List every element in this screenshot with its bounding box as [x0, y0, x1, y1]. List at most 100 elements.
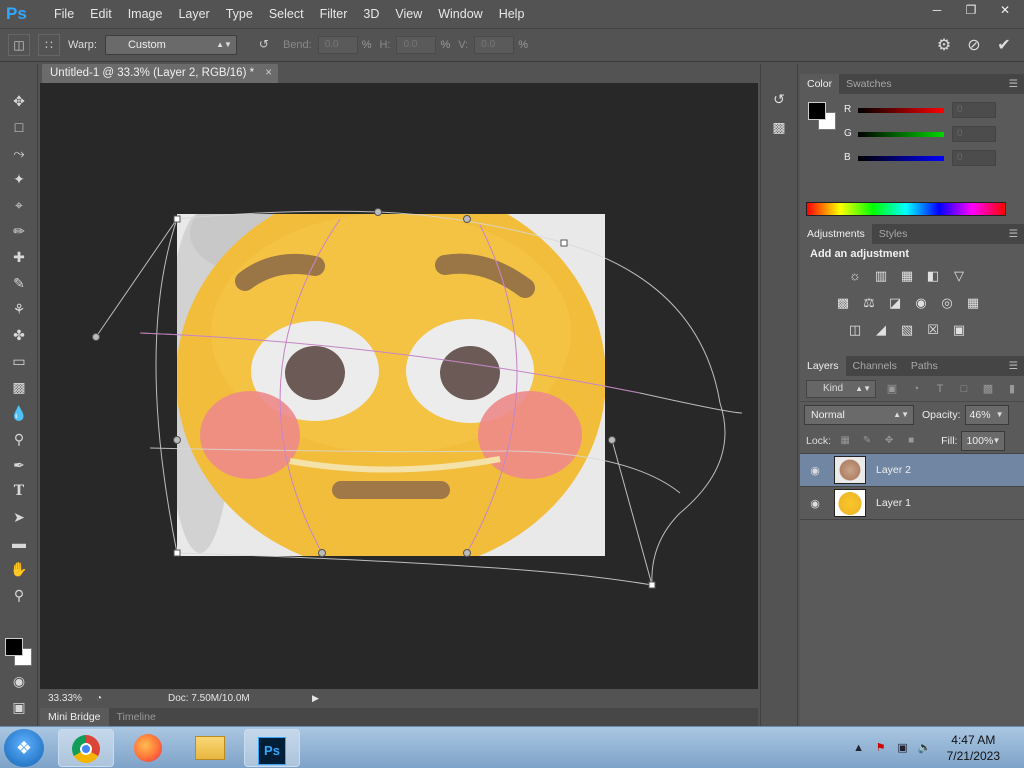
exposure-icon[interactable]: ◧	[922, 266, 944, 286]
quick-mask-icon[interactable]: ◉	[0, 668, 38, 694]
close-document-icon[interactable]: ×	[265, 64, 272, 83]
blue-value-field[interactable]: 0	[952, 150, 996, 166]
photoshop-icon[interactable]: Ps	[244, 729, 300, 767]
filter-toggle-icon[interactable]: ▮	[1004, 381, 1020, 397]
invert-icon[interactable]: ◫	[844, 320, 866, 340]
pixel-filter-icon[interactable]: ▣	[884, 381, 900, 397]
panel-menu-icon[interactable]: ☰	[1009, 74, 1018, 94]
lock-position-icon[interactable]: ✥	[881, 433, 897, 449]
firefox-icon[interactable]	[120, 729, 176, 767]
quick-select-tool-icon[interactable]: ✦	[0, 166, 38, 192]
brightness-icon[interactable]: ☼	[844, 266, 866, 286]
3d-panel-icon[interactable]: ▩	[767, 116, 791, 138]
menu-layer[interactable]: Layer	[170, 0, 217, 28]
threshold-icon[interactable]: ▧	[896, 320, 918, 340]
brush-tool-icon[interactable]: ✎	[0, 270, 38, 296]
canvas-area[interactable]	[40, 83, 758, 689]
lock-transparent-icon[interactable]: ▦	[837, 433, 853, 449]
menu-image[interactable]: Image	[120, 0, 171, 28]
reference-point-grid-icon[interactable]: ∷	[38, 34, 60, 56]
eyedropper-tool-icon[interactable]: ✏	[0, 218, 38, 244]
menu-type[interactable]: Type	[218, 0, 261, 28]
red-slider[interactable]	[858, 108, 944, 113]
tab-color[interactable]: Color	[800, 74, 840, 94]
shape-tool-icon[interactable]: ▬	[0, 530, 38, 556]
crop-tool-icon[interactable]: ⌖	[0, 192, 38, 218]
tab-swatches[interactable]: Swatches	[839, 74, 899, 94]
tab-mini-bridge[interactable]: Mini Bridge	[40, 708, 109, 726]
lasso-tool-icon[interactable]: ⤳	[0, 140, 38, 166]
layer-row-layer-2[interactable]: ◉ Layer 2	[800, 454, 1024, 487]
smart-object-filter-icon[interactable]: ▩	[980, 381, 996, 397]
menu-window[interactable]: Window	[430, 0, 490, 28]
warp-handle-point[interactable]	[608, 436, 616, 444]
change-warp-orientation-icon[interactable]: ↺	[253, 34, 275, 56]
lock-all-icon[interactable]: ■	[903, 433, 919, 449]
chevron-down-icon[interactable]: ▼	[993, 432, 1001, 450]
green-slider[interactable]	[858, 132, 944, 137]
cancel-icon[interactable]: ⊘	[962, 34, 986, 58]
move-tool-icon[interactable]: ✥	[0, 88, 38, 114]
bend-field[interactable]: 0.0	[317, 36, 358, 54]
shape-filter-icon[interactable]: □	[956, 381, 972, 397]
start-button[interactable]: ❖	[4, 729, 44, 767]
blue-slider[interactable]	[858, 156, 944, 161]
menu-3d[interactable]: 3D	[355, 0, 387, 28]
network-icon[interactable]: ▣	[895, 740, 911, 756]
channel-mixer-icon[interactable]: ◎	[936, 293, 958, 313]
layer-kind-filter[interactable]: Kind ▲▼	[806, 379, 876, 398]
tab-paths[interactable]: Paths	[904, 356, 945, 376]
close-icon[interactable]: ✕	[990, 0, 1020, 20]
system-clock[interactable]: 4:47 AM 7/21/2023	[947, 732, 1000, 764]
warp-handle-point[interactable]	[463, 215, 471, 223]
volume-icon[interactable]: 🔈	[917, 740, 933, 756]
warp-handle-point[interactable]	[173, 436, 181, 444]
menu-edit[interactable]: Edit	[82, 0, 120, 28]
lock-image-icon[interactable]: ✎	[859, 433, 875, 449]
eye-icon[interactable]: ◉	[800, 464, 830, 477]
path-selection-tool-icon[interactable]: ➤	[0, 504, 38, 530]
gradient-map-icon[interactable]: ▣	[948, 320, 970, 340]
commit-check-icon[interactable]: ✔	[992, 34, 1016, 58]
color-balance-icon[interactable]: ⚖	[858, 293, 880, 313]
tab-layers[interactable]: Layers	[800, 356, 846, 376]
h-field[interactable]: 0.0	[396, 36, 437, 54]
blur-tool-icon[interactable]: 💧	[0, 400, 38, 426]
color-lookup-icon[interactable]: ▦	[962, 293, 984, 313]
photo-filter-icon[interactable]: ◉	[910, 293, 932, 313]
hue-saturation-icon[interactable]: ▩	[832, 293, 854, 313]
zoom-level[interactable]: 33.33%	[48, 693, 92, 704]
tab-adjustments[interactable]: Adjustments	[800, 224, 872, 244]
eraser-tool-icon[interactable]: ▭	[0, 348, 38, 374]
warp-handle-point[interactable]	[318, 549, 326, 557]
black-white-icon[interactable]: ◪	[884, 293, 906, 313]
menu-select[interactable]: Select	[261, 0, 312, 28]
eye-icon[interactable]: ◉	[800, 497, 830, 510]
dodge-tool-icon[interactable]: ⚲	[0, 426, 38, 452]
hand-tool-icon[interactable]: ✋	[0, 556, 38, 582]
levels-icon[interactable]: ▥	[870, 266, 892, 286]
color-panel-foreground-swatch[interactable]	[808, 102, 826, 120]
clone-stamp-tool-icon[interactable]: ⚘	[0, 296, 38, 322]
gradient-tool-icon[interactable]: ▩	[0, 374, 38, 400]
green-value-field[interactable]: 0	[952, 126, 996, 142]
show-hidden-icons-icon[interactable]: ▲	[851, 740, 867, 756]
healing-brush-tool-icon[interactable]: ✚	[0, 244, 38, 270]
puppet-warp-icon[interactable]: ⚙	[932, 34, 956, 58]
panel-menu-icon[interactable]: ☰	[1009, 356, 1018, 376]
warp-handle-point[interactable]	[463, 549, 471, 557]
color-spectrum-bar[interactable]	[806, 202, 1006, 216]
restore-icon[interactable]: ❐	[956, 0, 986, 20]
menu-help[interactable]: Help	[491, 0, 533, 28]
warp-corner-handle[interactable]	[560, 239, 568, 247]
selective-color-icon[interactable]: ☒	[922, 320, 944, 340]
warp-corner-handle[interactable]	[173, 215, 181, 223]
warp-style-select[interactable]: Custom ▲▼	[104, 35, 237, 55]
fill-field[interactable]: 100% ▼	[961, 430, 1006, 451]
tab-timeline[interactable]: Timeline	[109, 708, 164, 726]
status-menu-arrow-icon[interactable]: ▶	[312, 693, 319, 704]
warp-handle-point[interactable]	[374, 208, 382, 216]
chevron-down-icon[interactable]: ▼	[996, 406, 1004, 424]
curves-icon[interactable]: ▦	[896, 266, 918, 286]
warp-corner-handle[interactable]	[648, 581, 656, 589]
